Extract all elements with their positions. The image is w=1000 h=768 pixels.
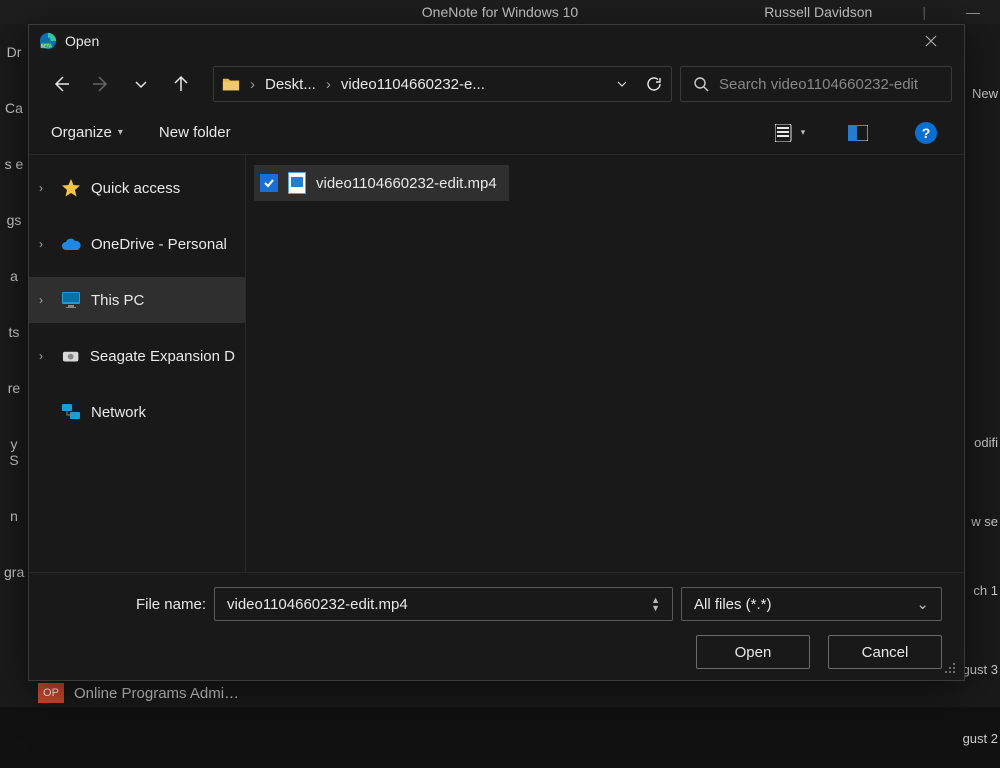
address-dropdown-button[interactable] [613, 76, 631, 92]
bg-app-title: OneNote for Windows 10 [422, 4, 578, 20]
refresh-button[interactable] [645, 76, 663, 92]
chevron-right-icon: › [39, 237, 51, 251]
video-file-icon [288, 172, 306, 194]
taskbar-item-label[interactable]: Online Programs Admi… [74, 685, 239, 702]
breadcrumb-desktop[interactable]: Deskt... [265, 76, 316, 93]
file-list[interactable]: video1104660232-edit.mp4 [246, 155, 964, 572]
cancel-button[interactable]: Cancel [828, 635, 942, 669]
drive-icon [61, 346, 80, 366]
edge-beta-icon: BETA [39, 32, 57, 50]
sidebar-item-network[interactable]: › Network [29, 389, 245, 435]
up-button[interactable] [161, 64, 201, 104]
taskbar-badge[interactable]: OP [38, 683, 64, 703]
dropdown-carets-icon[interactable]: ▲▼ [651, 596, 660, 612]
dialog-title: Open [65, 33, 99, 49]
sidebar-item-label: Quick access [91, 180, 180, 197]
chevron-right-icon: › [250, 76, 255, 93]
chevron-right-icon: › [39, 293, 51, 307]
sidebar-item-seagate[interactable]: › Seagate Expansion D [29, 333, 245, 379]
network-icon [61, 402, 81, 422]
toolbar: Organize ▾ New folder ▾ ? [29, 111, 964, 155]
forward-button[interactable] [81, 64, 121, 104]
view-mode-button[interactable]: ▾ [774, 117, 806, 149]
chevron-down-icon: ⌄ [916, 595, 929, 613]
breadcrumb-folder[interactable]: video1104660232-e... [341, 76, 485, 93]
bg-left-strip: DrCas e gsats rey Sn gra [0, 24, 28, 707]
dialog-footer: File name: video1104660232-edit.mp4 ▲▼ A… [29, 572, 964, 680]
search-icon [693, 76, 709, 92]
svg-text:BETA: BETA [40, 43, 51, 48]
sidebar-item-label: OneDrive - Personal [91, 236, 227, 253]
back-button[interactable] [41, 64, 81, 104]
chevron-right-icon: › [326, 76, 331, 93]
chevron-right-icon: › [39, 181, 51, 195]
open-button[interactable]: Open [696, 635, 810, 669]
filename-input[interactable]: video1104660232-edit.mp4 ▲▼ [214, 587, 673, 621]
help-button[interactable]: ? [910, 117, 942, 149]
navbar: › Deskt... › video1104660232-e... Search… [29, 57, 964, 111]
bg-taskbar: OP Online Programs Admi… [38, 679, 239, 707]
sidebar-item-label: Seagate Expansion D [90, 348, 235, 365]
organize-button[interactable]: Organize ▾ [51, 124, 123, 141]
preview-pane-button[interactable] [842, 117, 874, 149]
bg-right-strip: New odifi w se ch 1 gust 3 gust 2 [960, 24, 1000, 707]
bg-user-name: Russell Davidson [764, 4, 872, 20]
resize-grip-icon[interactable] [942, 660, 956, 674]
file-item[interactable]: video1104660232-edit.mp4 [254, 165, 509, 201]
close-button[interactable] [908, 26, 954, 56]
sidebar-item-this-pc[interactable]: › This PC [29, 277, 245, 323]
address-bar[interactable]: › Deskt... › video1104660232-e... [213, 66, 672, 102]
sidebar: › Quick access › OneDrive - Personal › T… [29, 155, 246, 572]
chevron-right-icon: › [39, 349, 51, 363]
cloud-icon [61, 234, 81, 254]
star-icon [61, 178, 81, 198]
new-folder-button[interactable]: New folder [159, 124, 231, 141]
file-type-filter[interactable]: All files (*.*) ⌄ [681, 587, 942, 621]
search-placeholder: Search video1104660232-edit [719, 76, 918, 93]
chevron-down-icon: ▾ [118, 127, 123, 138]
recent-dropdown-button[interactable] [121, 64, 161, 104]
sidebar-item-onedrive[interactable]: › OneDrive - Personal [29, 221, 245, 267]
sidebar-item-label: This PC [91, 292, 144, 309]
sidebar-item-label: Network [91, 404, 146, 421]
folder-icon [222, 76, 240, 92]
search-input[interactable]: Search video1104660232-edit [680, 66, 952, 102]
file-name: video1104660232-edit.mp4 [316, 175, 497, 192]
titlebar: BETA Open [29, 25, 964, 57]
file-open-dialog: BETA Open › Deskt... › video1104660232-e… [28, 24, 965, 681]
checkbox-checked-icon[interactable] [260, 174, 278, 192]
filename-label: File name: [51, 596, 206, 613]
monitor-icon [61, 290, 81, 310]
sidebar-item-quick-access[interactable]: › Quick access [29, 165, 245, 211]
